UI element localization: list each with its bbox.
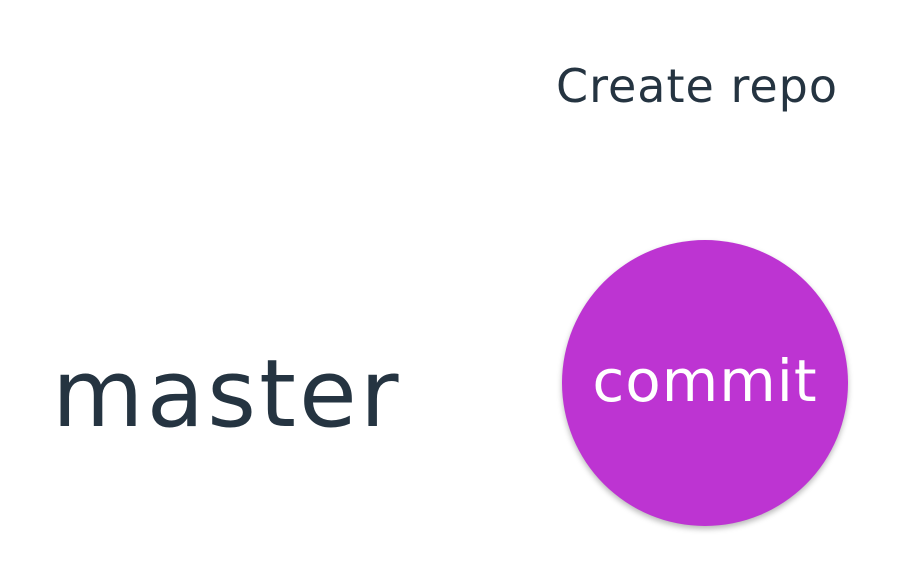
commit-node[interactable]: commit <box>562 240 848 526</box>
commit-label: commit <box>592 347 818 415</box>
git-diagram: Create repo master commit <box>0 0 898 576</box>
create-repo-label[interactable]: Create repo <box>538 56 838 116</box>
branch-label: master <box>52 340 402 449</box>
